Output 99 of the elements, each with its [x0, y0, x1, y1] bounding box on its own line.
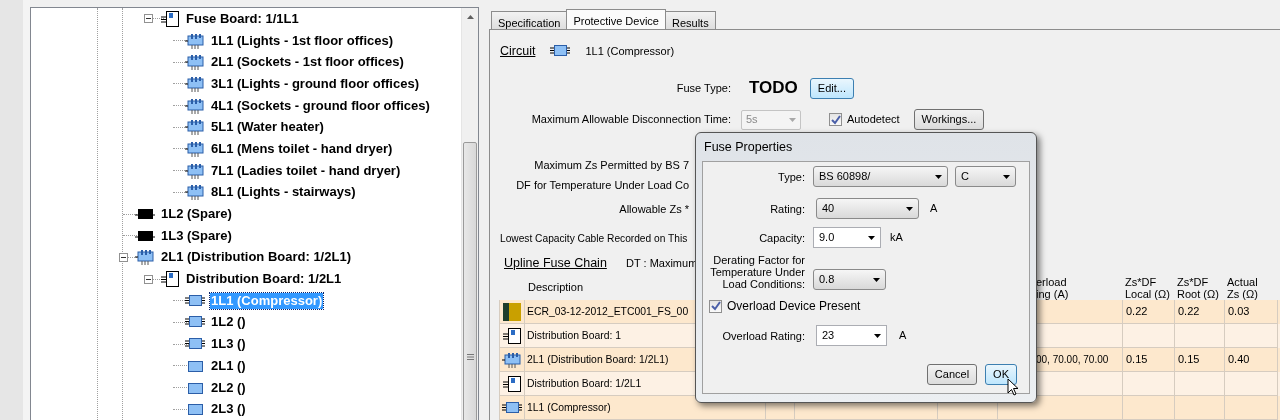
panel-icon — [502, 350, 522, 369]
field-label: DF for Temperature Under Load Co — [516, 177, 689, 193]
column-header: erload ing (A) — [1036, 276, 1069, 300]
tree-item[interactable]: 2L3 () — [210, 401, 247, 418]
panel-icon — [185, 118, 205, 137]
dropdown[interactable]: C — [955, 166, 1016, 187]
column-header: Actual Zs (Ω) — [1227, 276, 1258, 300]
cursor-icon — [1007, 378, 1019, 396]
tree-item[interactable]: 1L3 (Spare) — [160, 227, 233, 244]
field-label: Capacity: — [759, 231, 805, 244]
tree-item[interactable]: 5L1 (Water heater) — [210, 119, 325, 136]
column-header: Zs*DF Root (Ω) — [1177, 276, 1219, 300]
tree-item[interactable]: Distribution Board: 1/2L1 — [185, 271, 343, 288]
collapse-toggle[interactable] — [143, 14, 153, 24]
scrollbar[interactable] — [461, 8, 478, 420]
checkbox[interactable] — [709, 299, 722, 313]
supply-icon — [502, 302, 522, 321]
caret-icon — [873, 277, 880, 282]
tree-item[interactable]: 2L1 () — [210, 357, 247, 374]
unit-label: A — [930, 201, 938, 217]
panel-icon — [185, 74, 205, 93]
dropdown[interactable]: 9.0 — [813, 227, 881, 248]
tree-item[interactable]: 3L1 (Lights - ground floor offices) — [210, 75, 420, 92]
dropdown[interactable]: 23 — [816, 325, 887, 346]
minus-icon — [120, 254, 126, 260]
caret-icon — [874, 333, 881, 338]
board-icon — [502, 326, 522, 345]
section-link[interactable]: Circuit — [500, 41, 536, 61]
tree-item[interactable]: 1L3 () — [210, 336, 247, 353]
caret-icon — [935, 174, 942, 179]
panel-icon — [185, 139, 205, 158]
tab[interactable]: Protective Device — [566, 9, 666, 29]
check-icon — [710, 301, 721, 311]
field-label: Type: — [778, 170, 805, 183]
board-icon — [502, 374, 522, 393]
tree-item[interactable]: 2L1 (Distribution Board: 1/2L1) — [160, 249, 352, 266]
panel-icon — [185, 96, 205, 115]
checkbox-label: Autodetect — [847, 112, 900, 128]
field-label: Overload Rating: — [722, 329, 805, 342]
column-header: Description — [528, 281, 584, 293]
unit-label: kA — [890, 230, 903, 246]
check-icon — [830, 114, 841, 125]
table-cell — [1225, 396, 1278, 420]
field-label: Allowable Zs * — [619, 201, 689, 217]
up-arrow-icon — [466, 14, 474, 19]
tree-item[interactable]: 1L2 () — [210, 314, 247, 331]
column-header: Zs*DF Local (Ω) — [1125, 276, 1170, 300]
tree-item[interactable]: 7L1 (Ladies toilet - hand dryer) — [210, 162, 402, 179]
board-icon — [160, 270, 180, 289]
dropdown[interactable]: 40 — [816, 198, 919, 219]
dialog-title: Fuse Properties — [703, 139, 794, 156]
field-label: Maximum Zs Permitted by BS 7 — [534, 157, 689, 173]
dropdown[interactable]: 0.8 — [813, 269, 886, 290]
tab[interactable]: Results — [664, 11, 716, 29]
checkbox-label: Overload Device Present — [727, 298, 861, 315]
field-label: Rating: — [770, 202, 805, 215]
table-cell-text: 1L1 (Compressor) — [527, 400, 611, 415]
panel-icon — [185, 53, 205, 72]
table-cell — [1123, 396, 1175, 420]
collapse-toggle[interactable] — [143, 274, 153, 284]
dropdown[interactable]: BS 60898/ — [813, 166, 948, 187]
panel-icon — [185, 31, 205, 50]
section-link[interactable]: Upline Fuse Chain — [504, 254, 626, 273]
field-label: Derating Factor for Temperature Under Load Conditions: — [709, 254, 805, 290]
table-cell-text: Distribution Board: 1 — [527, 328, 622, 343]
fuse-type-value: TODO — [749, 77, 798, 100]
tree-item[interactable]: 2L2 () — [210, 379, 247, 396]
minus-icon — [145, 16, 151, 22]
tree-item[interactable]: 6L1 (Mens toilet - hand dryer) — [210, 140, 394, 157]
minus-icon — [145, 276, 151, 282]
tree-item[interactable]: Fuse Board: 1/1L1 — [185, 10, 300, 27]
tree-item[interactable]: 2L1 (Sockets - 1st floor offices) — [210, 54, 405, 71]
collapse-toggle[interactable] — [118, 252, 128, 262]
cancel-button[interactable]: Cancel — [926, 364, 978, 385]
table-cell-text: ECR_03-12-2012_ETC001_FS_00 — [527, 304, 689, 319]
tree-item[interactable]: 8L1 (Lights - stairways) — [210, 184, 357, 201]
caret-icon — [789, 117, 796, 122]
tree-item[interactable]: 1L1 (Lights - 1st floor offices) — [210, 32, 394, 49]
field-label: Lowest Capacity Cable Recorded on This — [500, 232, 688, 247]
circuit-name: 1L1 (Compressor) — [585, 43, 675, 59]
ok-button[interactable]: OK — [985, 364, 1017, 385]
panel-icon — [185, 183, 205, 202]
tree-item[interactable]: 1L2 (Spare) — [160, 206, 233, 223]
edit-button[interactable]: Edit... — [809, 77, 854, 99]
caret-icon — [868, 235, 875, 240]
table-cell — [1175, 396, 1225, 420]
tree-item[interactable]: 4L1 (Sockets - ground floor offices) — [210, 97, 431, 114]
unit-label: A — [899, 328, 907, 344]
caret-icon — [906, 206, 913, 211]
caret-icon — [1003, 174, 1010, 179]
table-cell-text: Distribution Board: 1/2L1 — [527, 376, 642, 391]
panel-icon — [135, 248, 155, 267]
field-label: Maximum Allowable Disconnection Time: — [531, 112, 731, 128]
scroll-thumb[interactable] — [463, 142, 477, 420]
field-label: Fuse Type: — [676, 80, 731, 96]
grip-icon — [466, 354, 474, 360]
table-cell-text: 2L1 (Distribution Board: 1/2L1) — [527, 352, 669, 367]
panel-icon — [185, 161, 205, 180]
tab[interactable]: Specification — [491, 11, 568, 29]
